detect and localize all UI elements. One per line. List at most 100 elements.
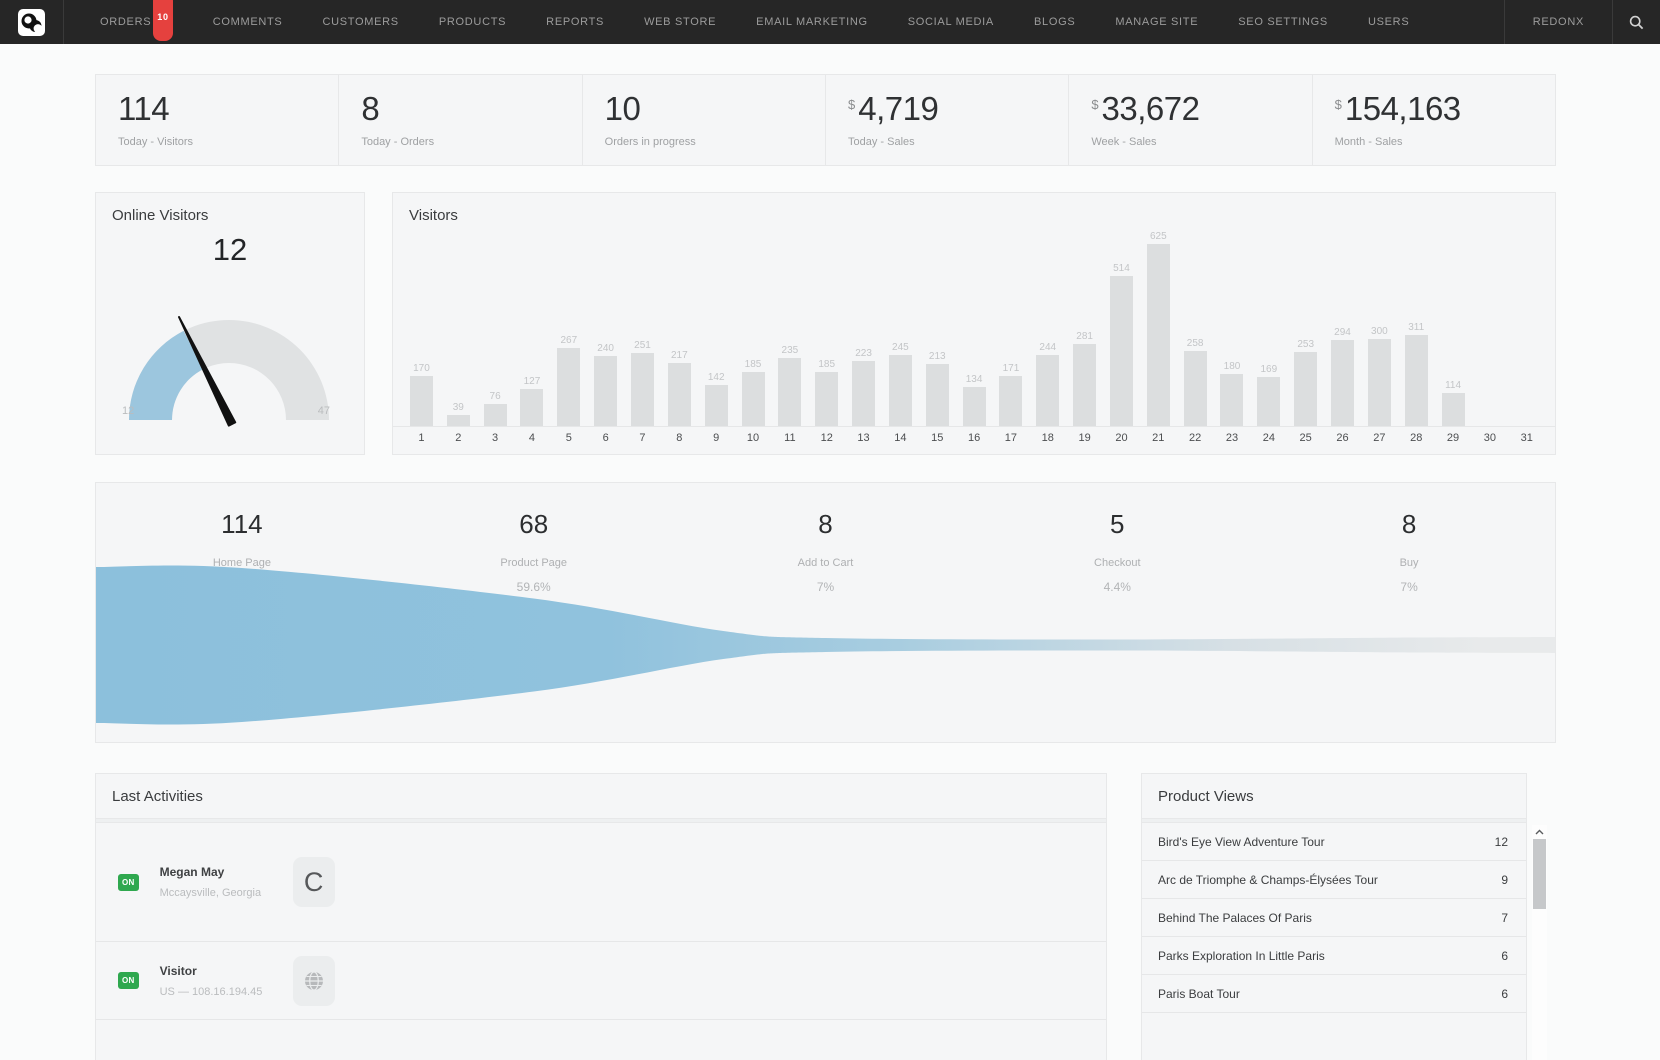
bar-value-label: 294 (1334, 327, 1351, 338)
product-view-count: 6 (1501, 987, 1508, 1001)
x-axis-label: 2 (440, 427, 477, 444)
nav-item-orders[interactable]: ORDERS10 (80, 0, 193, 46)
stat-today-orders: 8Today - Orders (339, 75, 582, 165)
x-axis-label: 4 (514, 427, 551, 444)
nav-item-seo-settings[interactable]: SEO SETTINGS (1218, 0, 1348, 44)
stat-label: Month - Sales (1335, 136, 1555, 148)
stat-week-sales: $33,672Week - Sales (1069, 75, 1312, 165)
x-axis-label: 18 (1029, 427, 1066, 444)
product-view-count: 7 (1501, 911, 1508, 925)
product-name: Behind The Palaces Of Paris (1158, 911, 1312, 925)
nav-item-label: SOCIAL MEDIA (908, 16, 994, 28)
funnel-stage-percent (96, 580, 388, 594)
bar-day-6 (594, 356, 617, 426)
nav-item-label: CUSTOMERS (322, 16, 398, 28)
x-axis-label: 23 (1214, 427, 1251, 444)
product-views-title: Product Views (1142, 774, 1526, 805)
bar-column: 185 (735, 359, 772, 426)
funnel-stages: 114Home Page68Product Page59.6%8Add to C… (96, 483, 1555, 594)
stat-value: $154,163 (1335, 90, 1555, 128)
nav-item-customers[interactable]: CUSTOMERS (302, 0, 418, 44)
stat-label: Today - Visitors (118, 136, 338, 148)
bar-day-25 (1294, 352, 1317, 426)
product-views-scrollbar[interactable] (1532, 825, 1547, 1060)
activity-location: Mccaysville, Georgia (160, 887, 293, 899)
nav-item-email-marketing[interactable]: EMAIL MARKETING (736, 0, 888, 44)
funnel-stage-buy: 8Buy7% (1263, 483, 1555, 594)
bar-value-label: 127 (524, 376, 541, 387)
nav-item-manage-site[interactable]: MANAGE SITE (1095, 0, 1218, 44)
product-view-item[interactable]: Paris Boat Tour6 (1142, 975, 1526, 1013)
product-view-item[interactable]: Bird's Eye View Adventure Tour12 (1142, 823, 1526, 861)
funnel-stage-checkout: 5Checkout4.4% (971, 483, 1263, 594)
x-axis-label: 15 (919, 427, 956, 444)
product-views-card: Product Views Bird's Eye View Adventure … (1141, 773, 1527, 1060)
product-name: Arc de Triomphe & Champs-Élysées Tour (1158, 873, 1378, 887)
nav-item-web-store[interactable]: WEB STORE (624, 0, 736, 44)
bar-day-1 (410, 376, 433, 426)
x-axis-label: 3 (477, 427, 514, 444)
activity-row[interactable]: ONVisitorUS — 108.16.194.45 (96, 942, 1106, 1020)
nav-item-users[interactable]: USERS (1348, 0, 1429, 44)
x-axis-label: 12 (808, 427, 845, 444)
funnel-stage-label: Buy (1263, 557, 1555, 569)
x-axis-label: 1 (403, 427, 440, 444)
funnel-stage-value: 114 (96, 509, 388, 540)
bar-value-label: 170 (413, 363, 430, 374)
nav-item-social-media[interactable]: SOCIAL MEDIA (888, 0, 1014, 44)
scroll-up-button[interactable] (1532, 825, 1547, 838)
avatar-letter: C (304, 867, 324, 898)
nav-item-reports[interactable]: REPORTS (526, 0, 624, 44)
chevron-up-icon (1535, 829, 1544, 835)
bar-column: 114 (1435, 380, 1472, 426)
online-status-badge: ON (118, 874, 139, 891)
bar-value-label: 223 (855, 348, 872, 359)
gauge: 12 47 (96, 272, 364, 432)
scrollbar-thumb[interactable] (1533, 839, 1546, 909)
bar-day-20 (1110, 276, 1133, 426)
conversion-funnel-card: 114Home Page68Product Page59.6%8Add to C… (95, 482, 1556, 743)
x-axis-label: 8 (661, 427, 698, 444)
activity-location: US — 108.16.194.45 (160, 986, 293, 998)
bar-day-27 (1368, 339, 1391, 426)
nav-item-products[interactable]: PRODUCTS (419, 0, 526, 44)
logo[interactable] (0, 0, 64, 44)
bar-day-4 (520, 389, 543, 426)
nav-item-label: ORDERS (100, 16, 151, 28)
product-view-count: 12 (1495, 835, 1508, 849)
visitors-bar-chart: 1703976127267240251217142185235185223245… (393, 230, 1555, 426)
funnel-stage-home-page: 114Home Page (96, 483, 388, 594)
bar-column: 180 (1214, 361, 1251, 426)
x-axis-label: 14 (882, 427, 919, 444)
bar-column: 217 (661, 350, 698, 426)
x-axis-label: 19 (1066, 427, 1103, 444)
product-view-item[interactable]: Parks Exploration In Little Paris6 (1142, 937, 1526, 975)
activity-row[interactable]: ONMegan MayMccaysville, GeorgiaC (96, 823, 1106, 942)
bar-day-15 (926, 364, 949, 426)
product-view-item[interactable]: Arc de Triomphe & Champs-Élysées Tour9 (1142, 861, 1526, 899)
product-name: Parks Exploration In Little Paris (1158, 949, 1325, 963)
x-axis-label: 21 (1140, 427, 1177, 444)
gauge-max-label: 47 (318, 405, 330, 417)
stat-label: Today - Orders (361, 136, 581, 148)
bar-column: 223 (845, 348, 882, 426)
funnel-stage-value: 5 (971, 509, 1263, 540)
account-menu[interactable]: REDONX (1504, 0, 1612, 44)
nav-item-comments[interactable]: COMMENTS (193, 0, 303, 44)
product-view-item[interactable]: Behind The Palaces Of Paris 7 (1142, 899, 1526, 937)
bar-column: 171 (993, 363, 1030, 426)
x-axis-label: 5 (550, 427, 587, 444)
x-axis-label: 27 (1361, 427, 1398, 444)
search-button[interactable] (1612, 0, 1660, 44)
nav-item-blogs[interactable]: BLOGS (1014, 0, 1095, 44)
bar-day-22 (1184, 351, 1207, 426)
nav-item-label: MANAGE SITE (1115, 16, 1198, 28)
bar-column: 245 (882, 342, 919, 426)
activity-list: ONMegan MayMccaysville, GeorgiaCONVisito… (96, 823, 1106, 1020)
funnel-stage-label: Product Page (388, 557, 680, 569)
last-activities-card: Last Activities ONMegan MayMccaysville, … (95, 773, 1107, 1060)
bar-day-18 (1036, 355, 1059, 426)
x-axis-label: 30 (1471, 427, 1508, 444)
bar-value-label: 514 (1113, 263, 1130, 274)
funnel-stage-percent: 4.4% (971, 580, 1263, 594)
